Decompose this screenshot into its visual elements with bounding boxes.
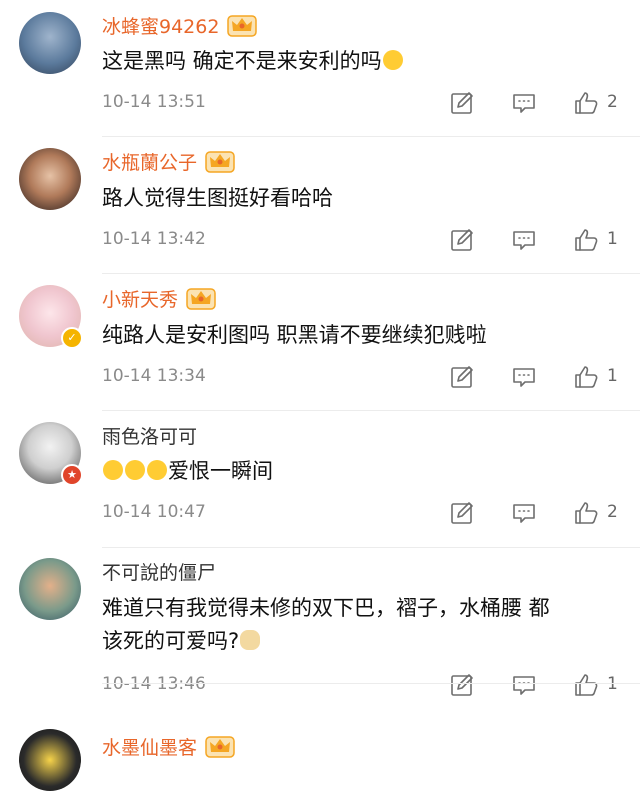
comment-icon[interactable] <box>511 227 537 253</box>
username[interactable]: 雨色洛可可 <box>102 422 197 449</box>
laugh-cry-emoji-icon <box>382 50 403 70</box>
edit-icon[interactable] <box>449 90 475 116</box>
username-text[interactable]: 不可說的僵尸 <box>102 562 216 584</box>
comment-timestamp: 10-14 13:46 <box>102 674 206 694</box>
thumbs-up-icon[interactable] <box>573 90 599 116</box>
username-text[interactable]: 冰蜂蜜94262 <box>102 16 219 38</box>
comment-text-line: 该死的可爱吗? <box>102 629 240 653</box>
avatar[interactable] <box>19 729 81 791</box>
thumbs-up-icon[interactable] <box>573 500 599 526</box>
comment-text: 这是黑吗 确定不是来安利的吗 <box>102 45 404 78</box>
laugh-cry-emoji-icon <box>125 460 145 480</box>
comment-text-line: 难道只有我觉得未修的双下巴，褶子，水桶腰 都 <box>102 596 550 620</box>
edit-icon[interactable] <box>449 227 475 253</box>
like-count: 1 <box>607 366 618 386</box>
divider <box>102 273 640 274</box>
verified-badge-icon: ✓ <box>61 327 83 349</box>
username-text[interactable]: 小新天秀 <box>102 289 178 311</box>
divider <box>102 410 640 411</box>
comment-timestamp: 10-14 13:34 <box>102 366 206 386</box>
comment-icon[interactable] <box>511 90 537 116</box>
divider <box>102 547 640 548</box>
edit-icon[interactable] <box>449 672 475 698</box>
comment-timestamp: 10-14 10:47 <box>102 502 206 522</box>
comment-icon[interactable] <box>511 672 537 698</box>
thumbs-up-icon[interactable] <box>573 672 599 698</box>
comment-timestamp: 10-14 13:42 <box>102 229 206 249</box>
username[interactable]: 水瓶蘭公子 <box>102 148 235 178</box>
comment-timestamp: 10-14 13:51 <box>102 92 206 112</box>
divider <box>102 136 640 137</box>
like-count: 2 <box>607 92 618 112</box>
thumbs-up-icon[interactable] <box>573 227 599 253</box>
laugh-cry-emoji-icon <box>103 460 123 480</box>
username-text[interactable]: 水瓶蘭公子 <box>102 152 197 174</box>
comment-text-line: 爱恨一瞬间 <box>168 459 273 483</box>
edit-icon[interactable] <box>449 500 475 526</box>
comment-text-line: 路人觉得生图挺好看哈哈 <box>102 186 333 210</box>
comment-text-line: 这是黑吗 确定不是来安利的吗 <box>102 49 382 73</box>
comment-text: 纯路人是安利图吗 职黑请不要继续犯贱啦 <box>102 319 487 352</box>
username[interactable]: 水墨仙墨客 <box>102 733 235 763</box>
vip-crown-icon <box>205 149 235 178</box>
username[interactable]: 不可說的僵尸 <box>102 558 216 585</box>
edit-icon[interactable] <box>449 364 475 390</box>
username-text[interactable]: 水墨仙墨客 <box>102 737 197 759</box>
username[interactable]: 小新天秀 <box>102 285 216 315</box>
comment-text: 路人觉得生图挺好看哈哈 <box>102 182 333 215</box>
avatar[interactable] <box>19 558 81 620</box>
vip-crown-icon <box>205 734 235 763</box>
like-count: 1 <box>607 674 618 694</box>
username-text[interactable]: 雨色洛可可 <box>102 426 197 448</box>
like-count: 1 <box>607 229 618 249</box>
comment-text: 该死的可爱吗? <box>102 625 261 658</box>
comment-icon[interactable] <box>511 364 537 390</box>
comment-icon[interactable] <box>511 500 537 526</box>
avatar[interactable] <box>19 148 81 210</box>
divider <box>102 683 640 684</box>
avatar[interactable] <box>19 12 81 74</box>
comment-text-line: 纯路人是安利图吗 职黑请不要继续犯贱啦 <box>102 323 487 347</box>
comment-text: 难道只有我觉得未修的双下巴，褶子，水桶腰 都 <box>102 592 550 625</box>
comment-text: 爱恨一瞬间 <box>102 455 273 488</box>
member-badge-icon: ★ <box>61 464 83 486</box>
doge-emoji-icon <box>240 630 261 650</box>
vip-crown-icon <box>186 286 216 315</box>
username[interactable]: 冰蜂蜜94262 <box>102 12 258 42</box>
vip-crown-icon <box>227 13 258 42</box>
thumbs-up-icon[interactable] <box>573 364 599 390</box>
like-count: 2 <box>607 502 618 522</box>
laugh-cry-emoji-icon <box>147 460 167 480</box>
